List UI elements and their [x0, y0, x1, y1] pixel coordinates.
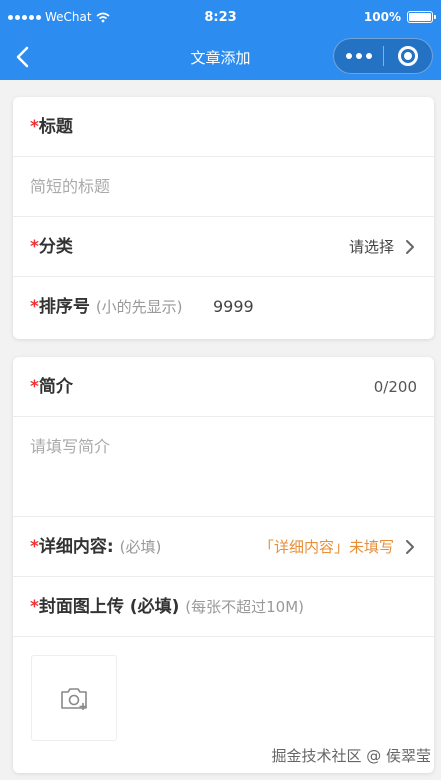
more-dot-icon [355, 53, 362, 59]
detail-label-text: 详细内容: [38, 537, 114, 557]
battery-icon [407, 11, 436, 23]
required-mark: * [30, 377, 39, 397]
required-mark: * [30, 537, 39, 557]
category-picker[interactable]: *分类 请选择 [13, 217, 434, 277]
summary-label: *简介 [30, 357, 73, 417]
target-icon [397, 46, 418, 66]
more-menu-button[interactable] [334, 53, 383, 59]
nav-bar: 文章添加 [0, 34, 441, 80]
cover-upload-button[interactable] [31, 655, 117, 741]
sort-label-text: 排序号 [38, 297, 90, 317]
sort-row: *排序号 (小的先显示) 9999 [13, 277, 434, 337]
cover-hint: (每张不超过10M) [185, 598, 305, 616]
detail-label: *详细内容: (必填) [30, 517, 161, 577]
summary-textarea[interactable]: 请填写简介 [13, 417, 434, 517]
sort-input[interactable]: 9999 [213, 277, 254, 337]
chevron-right-icon [406, 240, 414, 254]
title-label-text: 标题 [38, 117, 73, 137]
title-label-row: *标题 [13, 97, 434, 157]
cover-upload-row: *封面图上传 (必填) (每张不超过10M) [13, 577, 434, 637]
required-mark: * [30, 117, 39, 137]
summary-label-text: 简介 [38, 377, 73, 397]
title-input[interactable]: 简短的标题 [13, 157, 434, 217]
close-mini-program-button[interactable] [384, 46, 432, 66]
basic-info-card: *标题 简短的标题 *分类 请选择 *排序号 (小的先显示) 9999 [13, 97, 434, 339]
sort-hint: (小的先显示) [95, 298, 183, 316]
summary-char-counter: 0/200 [373, 378, 417, 396]
title-label: *标题 [30, 97, 73, 157]
content-card: *简介 0/200 请填写简介 *详细内容: (必填) 「详细内容」未填写 *封… [13, 357, 434, 773]
summary-label-row: *简介 0/200 [13, 357, 434, 417]
required-mark: * [30, 237, 39, 257]
more-dot-icon [345, 53, 352, 59]
add-photo-icon [61, 688, 87, 710]
title-placeholder: 简短的标题 [30, 177, 111, 196]
cover-label: *封面图上传 (必填) (每张不超过10M) [30, 577, 304, 637]
mini-program-capsule [333, 38, 433, 74]
detail-status: 「详细内容」未填写 [258, 538, 394, 556]
detail-content-row[interactable]: *详细内容: (必填) 「详细内容」未填写 [13, 517, 434, 577]
category-label: *分类 [30, 217, 73, 277]
required-mark: * [30, 297, 39, 317]
status-bar: WeChat 8:23 100% [0, 0, 441, 34]
required-mark: * [30, 597, 39, 617]
status-right: 100% [363, 10, 436, 24]
more-dot-icon [365, 53, 372, 59]
cover-label-text: 封面图上传 (必填) [38, 597, 180, 617]
sort-label: *排序号 (小的先显示) [30, 277, 183, 337]
chevron-right-icon [406, 540, 414, 554]
category-value: 请选择 [348, 238, 394, 256]
battery-percent: 100% [363, 10, 401, 24]
summary-placeholder: 请填写简介 [30, 437, 111, 456]
watermark: 掘金技术社区 @ 侯翠莹 [271, 747, 431, 765]
detail-hint: (必填) [119, 538, 162, 556]
category-label-text: 分类 [38, 237, 73, 257]
